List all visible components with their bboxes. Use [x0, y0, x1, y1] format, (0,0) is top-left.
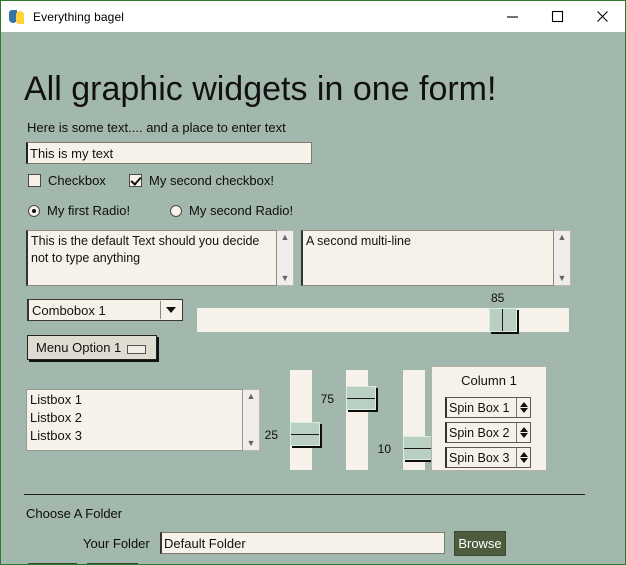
vertical-slider-2-handle[interactable]: [346, 386, 376, 410]
scroll-up-icon[interactable]: ▲: [247, 392, 256, 401]
intro-text: Here is some text.... and a place to ent…: [27, 120, 286, 135]
horizontal-slider-value: 85: [491, 291, 505, 305]
python-logo-icon: [9, 9, 25, 25]
multiline-2-scrollbar[interactable]: ▲ ▼: [554, 230, 571, 286]
scroll-down-icon[interactable]: ▼: [281, 274, 290, 283]
list-item[interactable]: Listbox 3: [30, 427, 239, 445]
combobox[interactable]: Combobox 1: [27, 299, 183, 321]
form-body: All graphic widgets in one form! Here is…: [1, 32, 625, 564]
listbox-scrollbar[interactable]: ▲ ▼: [243, 389, 260, 451]
menu-option-label: Menu Option 1: [36, 340, 122, 355]
horizontal-slider-handle[interactable]: [489, 308, 517, 332]
scroll-down-icon[interactable]: ▼: [247, 439, 256, 448]
list-item[interactable]: Listbox 1: [30, 391, 239, 409]
checkbox-1-label: Checkbox: [48, 173, 106, 188]
vertical-slider-1-handle[interactable]: [290, 422, 320, 446]
radio-1-label: My first Radio!: [47, 203, 131, 218]
browse-button[interactable]: Browse: [454, 531, 506, 556]
divider: [24, 494, 585, 495]
listbox[interactable]: Listbox 1 Listbox 2 Listbox 3 ▲ ▼: [26, 389, 260, 451]
spin-box-1-value: Spin Box 1: [449, 400, 510, 415]
list-item[interactable]: Listbox 2: [30, 409, 239, 427]
menu-indicator-icon: [127, 345, 146, 354]
radio-2-circle[interactable]: [170, 204, 182, 217]
spin-box-3[interactable]: Spin Box 3: [445, 447, 531, 468]
radio-2[interactable]: My second Radio!: [170, 203, 293, 218]
folder-field-label: Your Folder: [83, 536, 150, 551]
spin-box-2[interactable]: Spin Box 2: [445, 422, 531, 443]
vertical-slider-1-value: 25: [264, 428, 278, 442]
scroll-down-icon[interactable]: ▼: [558, 274, 567, 283]
multiline-textarea-1[interactable]: This is the default Text should you deci…: [26, 230, 294, 286]
vertical-slider-3-handle[interactable]: [403, 436, 433, 460]
vertical-slider-1[interactable]: 25: [265, 370, 320, 470]
minimize-icon[interactable]: [490, 1, 535, 32]
scroll-up-icon[interactable]: ▲: [281, 233, 290, 242]
combobox-value: Combobox 1: [32, 302, 106, 318]
checkbox-1[interactable]: Checkbox: [28, 173, 106, 188]
window-controls: [490, 1, 625, 32]
checkbox-2-label: My second checkbox!: [149, 173, 275, 188]
checkbox-row: Checkbox My second checkbox!: [28, 173, 328, 195]
vertical-slider-2[interactable]: 75: [321, 370, 376, 470]
vertical-slider-3-value: 10: [377, 442, 391, 456]
window-title: Everything bagel: [33, 9, 124, 24]
spin-box-3-value: Spin Box 3: [449, 450, 510, 465]
menu-option-button[interactable]: Menu Option 1: [27, 335, 157, 360]
spin-box-1[interactable]: Spin Box 1: [445, 397, 531, 418]
spinner-arrows-icon[interactable]: [516, 398, 530, 417]
radio-2-label: My second Radio!: [189, 203, 294, 218]
radio-row: My first Radio! My second Radio!: [28, 203, 348, 225]
text-input[interactable]: This is my text: [26, 142, 312, 164]
spin-box-2-value: Spin Box 2: [449, 425, 510, 440]
checkbox-1-box[interactable]: [28, 174, 41, 187]
vertical-slider-3[interactable]: 10: [378, 370, 433, 470]
spin-box-frame: Column 1 Spin Box 1 Spin Box 2 Spin Box …: [431, 366, 547, 471]
multiline-1-text[interactable]: This is the default Text should you deci…: [26, 230, 277, 286]
scroll-up-icon[interactable]: ▲: [558, 233, 567, 242]
multiline-textarea-2[interactable]: A second multi-line ▲ ▼: [301, 230, 571, 286]
horizontal-slider[interactable]: [197, 308, 569, 332]
radio-1-circle[interactable]: [28, 204, 40, 217]
page-title: All graphic widgets in one form!: [24, 70, 497, 108]
maximize-icon[interactable]: [535, 1, 580, 32]
checkbox-2-box[interactable]: [129, 174, 142, 187]
radio-1[interactable]: My first Radio!: [28, 203, 130, 218]
folder-input[interactable]: Default Folder: [160, 532, 445, 554]
checkbox-2[interactable]: My second checkbox!: [129, 173, 274, 188]
vertical-slider-2-value: 75: [320, 392, 334, 406]
listbox-items[interactable]: Listbox 1 Listbox 2 Listbox 3: [26, 389, 243, 451]
folder-section-heading: Choose A Folder: [26, 506, 123, 521]
spinner-arrows-icon[interactable]: [516, 448, 530, 467]
spinner-arrows-icon[interactable]: [516, 423, 530, 442]
title-bar: Everything bagel: [1, 1, 625, 32]
multiline-2-text[interactable]: A second multi-line: [301, 230, 554, 286]
multiline-1-scrollbar[interactable]: ▲ ▼: [277, 230, 294, 286]
chevron-down-icon[interactable]: [160, 301, 181, 319]
close-icon[interactable]: [580, 1, 625, 32]
application-window: Everything bagel All graphic widgets in …: [0, 0, 626, 565]
column-header: Column 1: [461, 373, 517, 388]
